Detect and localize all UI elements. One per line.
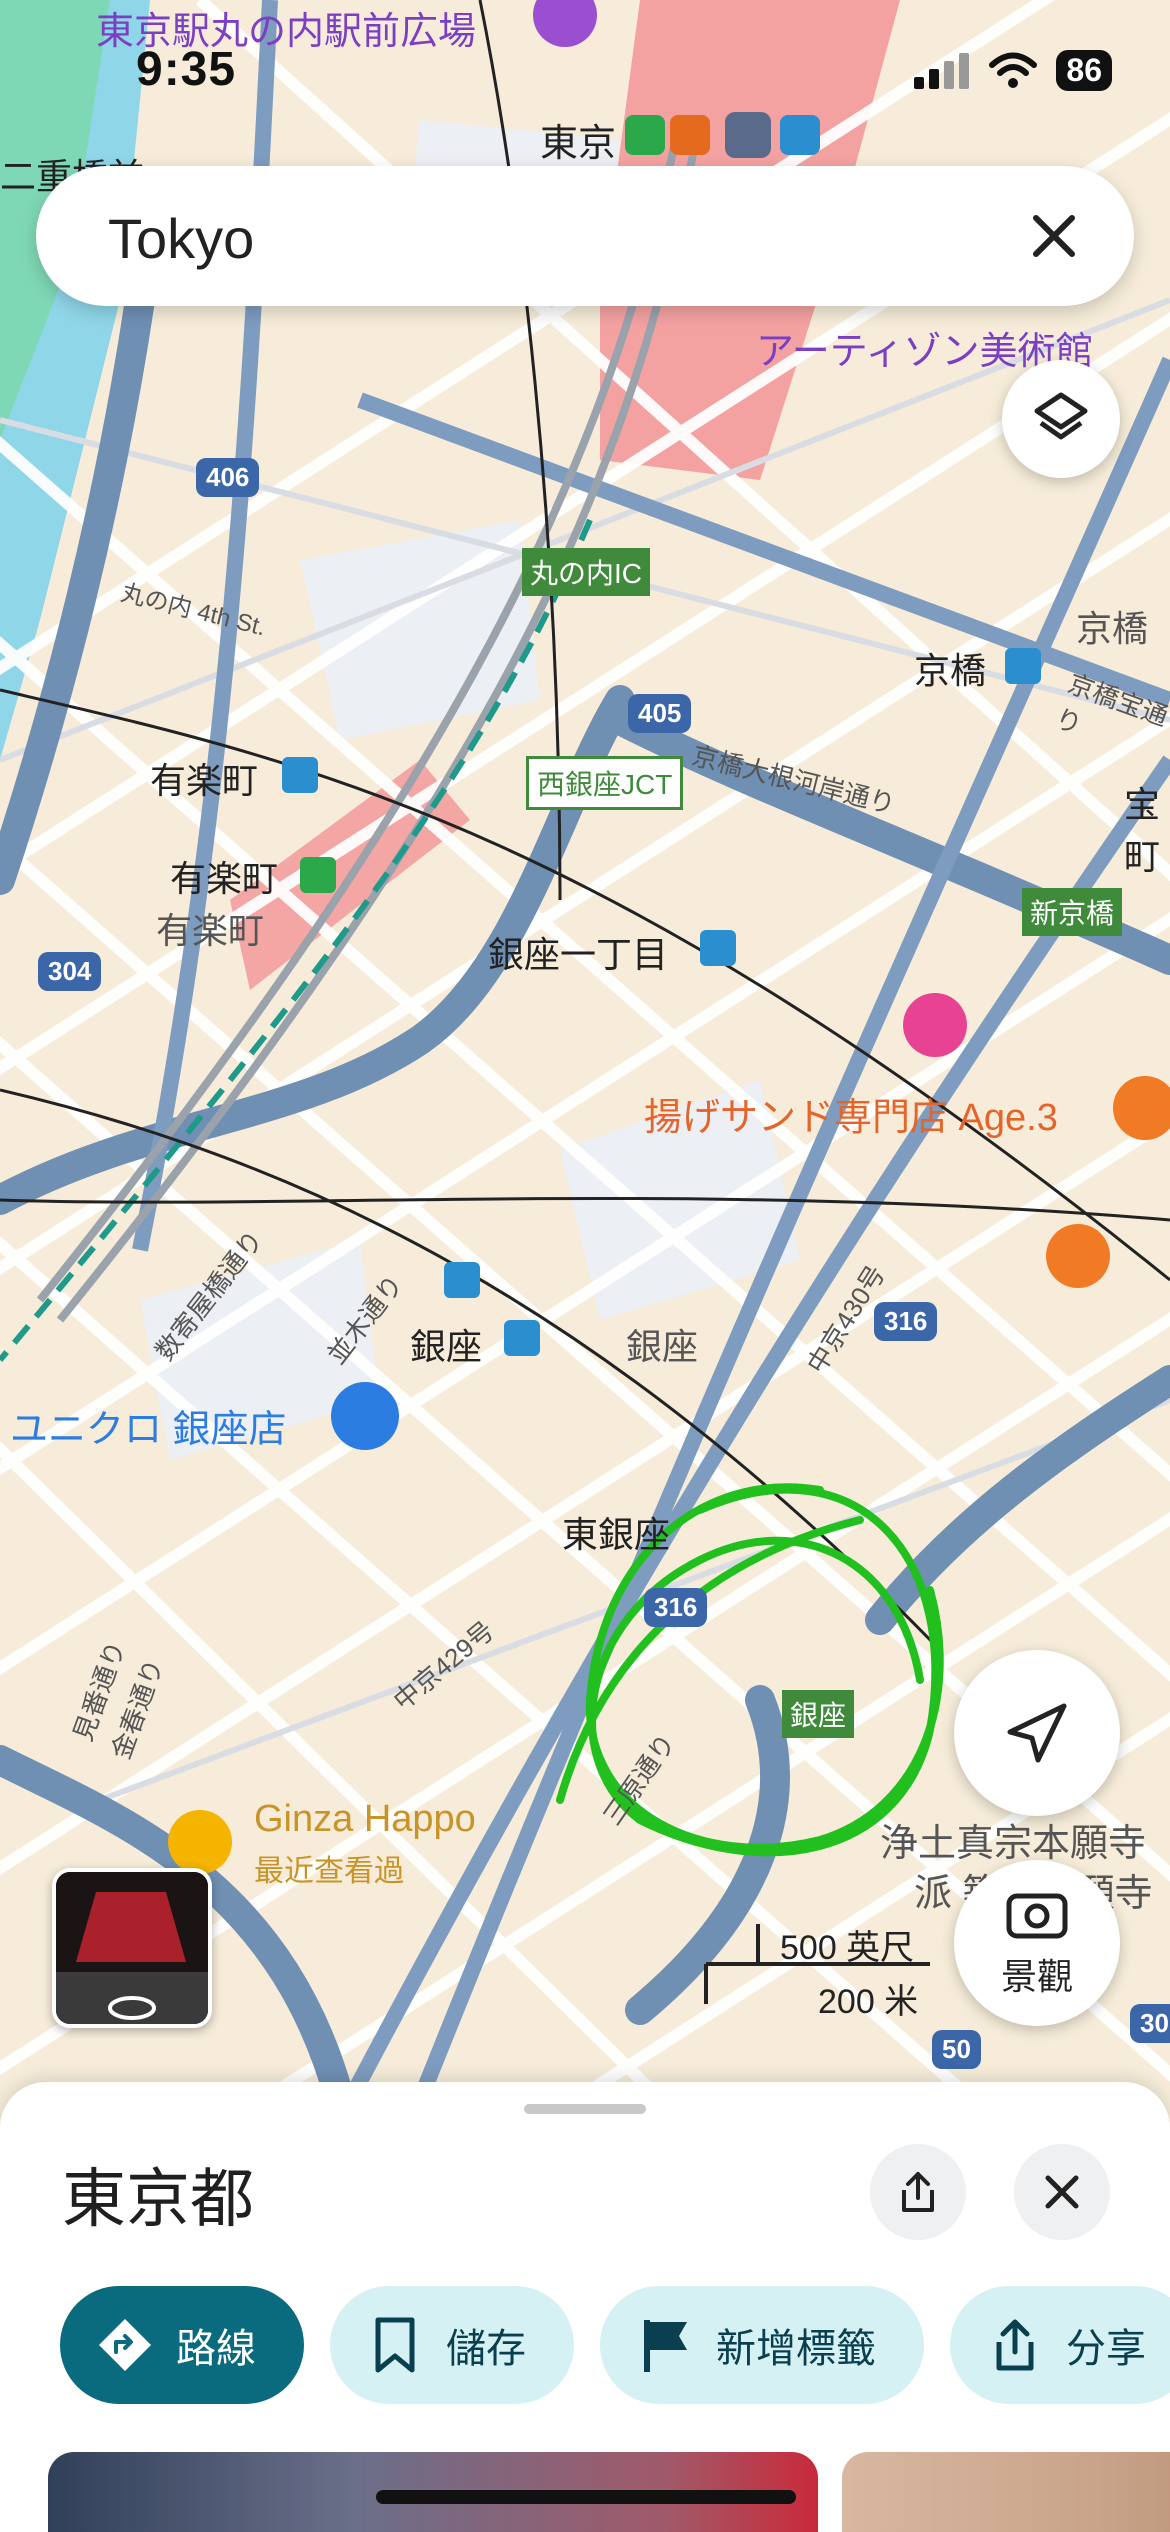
- map-label-yurakucho-metro[interactable]: 有楽町: [150, 752, 258, 804]
- cellular-signal-icon: [914, 52, 970, 89]
- map-scale: 500 英尺 200 米: [700, 1920, 940, 2021]
- search-bar[interactable]: Tokyo: [36, 166, 1134, 306]
- directions-button[interactable]: 路線: [60, 2286, 304, 2404]
- layers-button[interactable]: [1002, 360, 1120, 478]
- map-label-nishi-ginza-jct[interactable]: 西銀座JCT: [526, 756, 684, 810]
- map-label-ginza-badge[interactable]: 銀座: [782, 1690, 855, 1738]
- save-button[interactable]: 儲存: [330, 2286, 574, 2404]
- layers-icon: [1034, 392, 1088, 440]
- flag-icon: [636, 2316, 694, 2374]
- camera-icon: [1006, 1893, 1068, 1939]
- add-label-label: 新增標籤: [716, 2327, 876, 2371]
- street-view-thumbnail[interactable]: [52, 1868, 212, 2028]
- search-query[interactable]: Tokyo: [108, 206, 254, 271]
- map-label-ginza-itchome[interactable]: 銀座一丁目: [488, 926, 668, 978]
- route-badge-30: 30: [1130, 2004, 1170, 2043]
- share-button[interactable]: [870, 2144, 966, 2240]
- bookmark-icon: [366, 2316, 424, 2374]
- map-label-kyobashi-area[interactable]: 京橋: [1076, 600, 1148, 652]
- add-label-button[interactable]: 新增標籤: [600, 2286, 924, 2404]
- share-chip-label: 分享: [1066, 2327, 1146, 2371]
- map-label-marunouchi-ic[interactable]: 丸の内IC: [522, 548, 651, 596]
- close-icon[interactable]: [1020, 202, 1088, 270]
- directions-icon: [96, 2316, 154, 2374]
- directions-label: 路線: [176, 2327, 256, 2371]
- my-location-button[interactable]: [954, 1650, 1120, 1816]
- route-badge-304: 304: [38, 952, 102, 991]
- sheet-close-button[interactable]: [1014, 2144, 1110, 2240]
- scenic-view-button[interactable]: 景觀: [954, 1860, 1120, 2026]
- map-label-happo-recent: 最近查看過: [254, 1855, 404, 1888]
- home-indicator[interactable]: [376, 2490, 796, 2504]
- place-sheet[interactable]: 東京都 路線 儲存 新增標籤 分享: [0, 2082, 1170, 2532]
- battery-indicator: 86: [1056, 50, 1112, 91]
- route-badge-406: 406: [196, 458, 260, 497]
- status-time: 9:35: [136, 43, 237, 96]
- map-label-takara[interactable]: 宝町: [1124, 776, 1170, 880]
- map-label-yurakucho-jr[interactable]: 有楽町: [170, 850, 278, 902]
- route-badge-316b: 316: [644, 1588, 708, 1627]
- map-label-higashi-ginza[interactable]: 東銀座: [562, 1506, 670, 1558]
- scale-feet-label: 500 英尺: [780, 1929, 915, 1967]
- sheet-grabber[interactable]: [524, 2104, 646, 2114]
- place-photo[interactable]: [842, 2452, 1170, 2532]
- action-chips: 路線 儲存 新增標籤 分享: [60, 2286, 1170, 2404]
- street-view-photo: [56, 1872, 208, 2024]
- share-icon: [902, 2172, 934, 2212]
- route-badge-316a: 316: [874, 1302, 938, 1341]
- place-title: 東京都: [62, 2163, 254, 2235]
- save-label: 儲存: [446, 2327, 526, 2371]
- map-label-uniqlo[interactable]: ユニクロ 銀座店: [10, 1398, 287, 1453]
- map-label-shinkyobashi[interactable]: 新京橋: [1022, 888, 1123, 936]
- share-icon: [986, 2316, 1044, 2374]
- scenic-view-label: 景觀: [1000, 1956, 1073, 1997]
- navigation-arrow-icon: [1007, 1703, 1067, 1763]
- map-label-kyobashi-station[interactable]: 京橋: [914, 642, 986, 694]
- map-label-ginza-station[interactable]: 銀座: [410, 1318, 482, 1370]
- close-icon: [1045, 2175, 1079, 2209]
- status-icons: 86: [914, 50, 1112, 91]
- route-badge-405: 405: [628, 694, 692, 733]
- route-badge-50: 50: [932, 2030, 981, 2069]
- map-label-yurakucho-area[interactable]: 有楽町: [156, 902, 264, 954]
- map-label-tokyo[interactable]: 東京: [540, 112, 616, 167]
- map-label-agesand[interactable]: 揚げサンド専門店 Age.3: [644, 1086, 1058, 1141]
- share-chip-button[interactable]: 分享: [950, 2286, 1170, 2404]
- wifi-icon: [989, 52, 1038, 88]
- map-label-ginza-area[interactable]: 銀座: [626, 1318, 698, 1370]
- scale-meters-label: 200 米: [818, 1983, 919, 2021]
- map-label-ginza-happo[interactable]: Ginza Happo: [254, 1798, 476, 1841]
- map-label-hongwanji-1[interactable]: 浄土真宗本願寺: [880, 1812, 1146, 1867]
